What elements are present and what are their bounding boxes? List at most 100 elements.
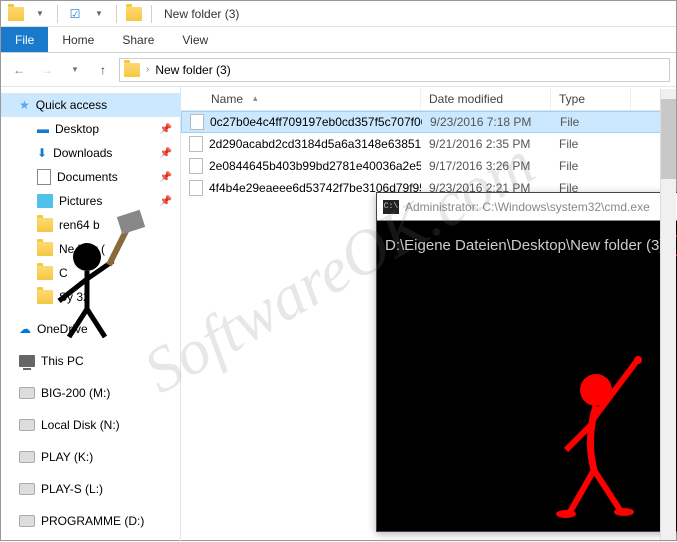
table-row[interactable]: 0c27b0e4c4ff709197eb0cd357f5c707f0638...…: [181, 111, 676, 133]
sidebar-item-label: Quick access: [36, 98, 107, 112]
address-row: ← → ▼ ↑ › New folder (3): [1, 53, 676, 87]
sidebar-item-folder[interactable]: Ne lder (: [1, 237, 180, 261]
file-date-cell: 9/21/2016 2:35 PM: [421, 137, 551, 151]
folder-icon: [37, 218, 53, 232]
cmd-title-text: Administrator: C:\Windows\system32\cmd.e…: [405, 200, 650, 214]
sidebar-item-documents[interactable]: Documents 📌: [1, 165, 180, 189]
sidebar-item-drive[interactable]: PLAY (K:): [1, 445, 180, 469]
chevron-right-icon: ›: [146, 64, 149, 75]
sidebar-item-folder[interactable]: C: [1, 261, 180, 285]
scrollbar-thumb[interactable]: [661, 99, 676, 179]
qat-dropdown[interactable]: ▼: [29, 3, 51, 25]
up-button[interactable]: ↑: [91, 58, 115, 82]
sidebar-item-label: ren64 b: [59, 218, 100, 232]
column-headers: Name ▴ Date modified Type: [181, 87, 676, 111]
table-row[interactable]: 2d290acabd2cd3184d5a6a3148e63851a48... 9…: [181, 133, 676, 155]
sidebar-item-drive[interactable]: PLAY-S (L:): [1, 477, 180, 501]
window-title: New folder (3): [164, 7, 239, 21]
desktop-icon: ▬: [37, 122, 49, 136]
folder-icon: [37, 242, 53, 256]
properties-icon[interactable]: ☑: [64, 3, 86, 25]
sidebar-item-label: PROGRAMME (D:): [41, 514, 144, 528]
sidebar-item-label: OneDrive: [37, 322, 88, 336]
drive-icon: [19, 451, 35, 463]
file-icon: [189, 180, 203, 196]
sidebar-item-quick-access[interactable]: ★ Quick access: [1, 93, 180, 117]
sidebar-item-drive[interactable]: BIG-200 (M:): [1, 381, 180, 405]
document-icon: [37, 169, 51, 185]
sidebar-item-onedrive[interactable]: ☁ OneDrive: [1, 317, 180, 341]
quick-access-toolbar: ▼ ☑ ▼: [5, 3, 156, 25]
pc-icon: [19, 355, 35, 367]
file-date-cell: 9/17/2016 3:26 PM: [421, 159, 551, 173]
download-icon: ⬇: [37, 146, 47, 160]
star-icon: ★: [19, 98, 30, 112]
file-icon: [189, 136, 203, 152]
sidebar-item-folder[interactable]: Sy 32: [1, 285, 180, 309]
cmd-body[interactable]: D:\Eigene Dateien\Desktop\New folder (3)…: [377, 221, 677, 271]
titlebar: ▼ ☑ ▼ New folder (3): [1, 1, 676, 27]
column-label: Date modified: [429, 92, 503, 106]
file-list: Name ▴ Date modified Type 0c27b0e4c4ff70…: [181, 87, 676, 542]
pin-icon: 📌: [160, 172, 172, 183]
sidebar-item-label: PLAY (K:): [41, 450, 93, 464]
drive-icon: [19, 483, 35, 495]
tab-home[interactable]: Home: [48, 27, 108, 52]
folder-icon: [37, 290, 53, 304]
address-bar[interactable]: › New folder (3): [119, 58, 670, 82]
qat-dropdown-2[interactable]: ▼: [88, 3, 110, 25]
back-button[interactable]: ←: [7, 58, 31, 82]
sidebar-item-drive[interactable]: PROGRAMME (D:): [1, 509, 180, 533]
forward-button[interactable]: →: [35, 58, 59, 82]
tab-view[interactable]: View: [168, 27, 222, 52]
table-row[interactable]: 2e0844645b403b99bd2781e40036a2e54b5... 9…: [181, 155, 676, 177]
file-name-cell: 0c27b0e4c4ff709197eb0cd357f5c707f0638...: [182, 114, 422, 130]
file-name-cell: 2e0844645b403b99bd2781e40036a2e54b5...: [181, 158, 421, 174]
recent-dropdown[interactable]: ▼: [63, 58, 87, 82]
column-name[interactable]: Name ▴: [181, 87, 421, 110]
folder-icon: [124, 63, 140, 77]
ribbon-tabs: File Home Share View: [1, 27, 676, 53]
sidebar-item-pictures[interactable]: Pictures 📌: [1, 189, 180, 213]
pictures-icon: [37, 194, 53, 208]
navigation-pane: ★ Quick access ▬ Desktop 📌 ⬇ Downloads 📌…: [1, 87, 181, 542]
file-name: 2d290acabd2cd3184d5a6a3148e63851a48...: [209, 137, 421, 151]
cmd-icon: C:\: [383, 200, 399, 214]
folder-icon-2: [123, 3, 145, 25]
column-date[interactable]: Date modified: [421, 87, 551, 110]
column-label: Name: [211, 92, 243, 106]
sidebar-item-label: PLAY-S (L:): [41, 482, 103, 496]
sort-indicator-icon: ▴: [253, 93, 258, 104]
sidebar-item-label: Downloads: [53, 146, 112, 160]
cloud-icon: ☁: [19, 322, 31, 336]
column-label: Type: [559, 92, 585, 106]
sidebar-item-label: Ne lder (: [59, 242, 105, 256]
sidebar-item-label: Sy 32: [59, 290, 90, 304]
sidebar-item-label: C: [59, 266, 68, 280]
sidebar-item-drive[interactable]: Local Disk (N:): [1, 413, 180, 437]
drive-icon: [19, 387, 35, 399]
folder-icon: [37, 266, 53, 280]
pin-icon: 📌: [160, 124, 172, 135]
sidebar-item-folder[interactable]: ren64 b: [1, 213, 180, 237]
column-type[interactable]: Type: [551, 87, 631, 110]
pin-icon: 📌: [160, 196, 172, 207]
sidebar-item-desktop[interactable]: ▬ Desktop 📌: [1, 117, 180, 141]
tab-share[interactable]: Share: [108, 27, 168, 52]
drive-icon: [19, 515, 35, 527]
sidebar-item-label: Desktop: [55, 122, 99, 136]
pin-icon: 📌: [160, 148, 172, 159]
cmd-window[interactable]: C:\ Administrator: C:\Windows\system32\c…: [376, 192, 677, 532]
vertical-scrollbar[interactable]: [660, 89, 676, 540]
file-type-cell: File: [551, 159, 631, 173]
tab-file[interactable]: File: [1, 27, 48, 52]
breadcrumb[interactable]: New folder (3): [155, 63, 230, 77]
cmd-titlebar[interactable]: C:\ Administrator: C:\Windows\system32\c…: [377, 193, 677, 221]
file-icon: [189, 158, 203, 174]
file-name: 0c27b0e4c4ff709197eb0cd357f5c707f0638...: [210, 115, 422, 129]
file-icon: [190, 114, 204, 130]
sidebar-item-thispc[interactable]: This PC: [1, 349, 180, 373]
main-area: ★ Quick access ▬ Desktop 📌 ⬇ Downloads 📌…: [1, 87, 676, 542]
cmd-prompt: D:\Eigene Dateien\Desktop\New folder (3)…: [385, 237, 673, 254]
sidebar-item-downloads[interactable]: ⬇ Downloads 📌: [1, 141, 180, 165]
